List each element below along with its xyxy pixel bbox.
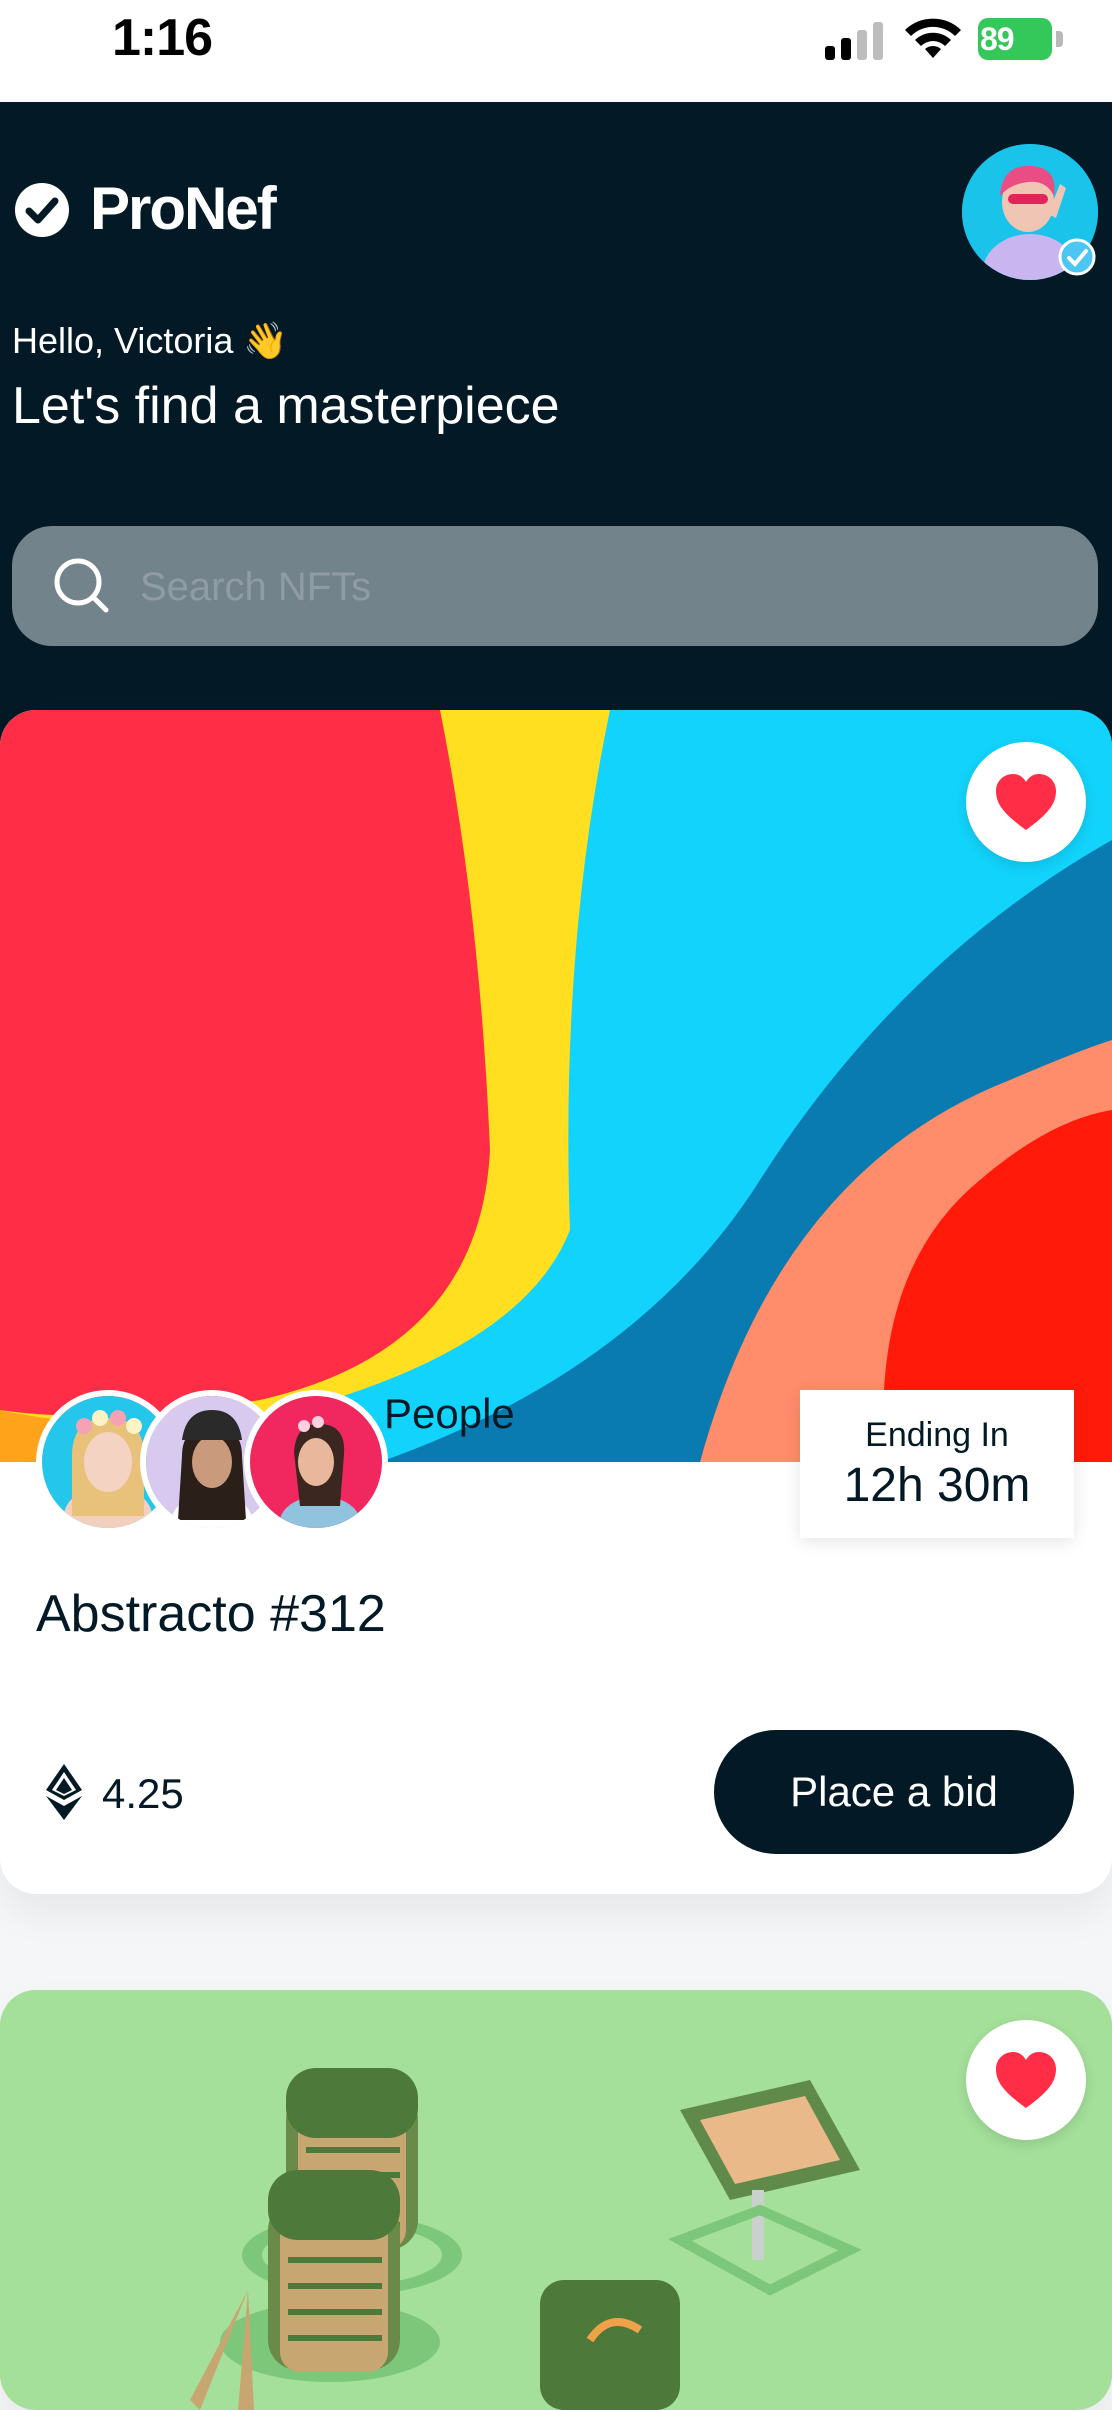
verified-icon: [1058, 238, 1096, 276]
search-bar[interactable]: [12, 526, 1098, 646]
page-title: Let's find a masterpiece: [12, 377, 560, 435]
ending-label: Ending In: [865, 1416, 1009, 1454]
nft-title: Abstracto #312: [36, 1585, 386, 1643]
nft-artwork: [0, 710, 1112, 1462]
ending-timer: Ending In 12h 30m: [800, 1390, 1074, 1538]
battery-icon: 89: [978, 18, 1064, 60]
favorite-button[interactable]: [966, 742, 1086, 862]
app-logo: ProNef: [90, 175, 277, 242]
people-label: People: [384, 1390, 515, 1437]
header: ProNef Hello, Victoria 👋 Let's find a ma…: [0, 102, 1112, 742]
search-icon: [54, 558, 109, 613]
heart-icon: [996, 2052, 1056, 2108]
heart-icon: [996, 774, 1056, 830]
avatar: [244, 1390, 388, 1534]
favorite-button[interactable]: [966, 2020, 1086, 2140]
place-bid-button[interactable]: Place a bid: [714, 1730, 1074, 1854]
nft-artwork: [0, 1990, 1112, 2410]
check-badge-icon: [15, 183, 69, 237]
nft-card[interactable]: People Ending In 12h 30m Abstracto #312 …: [0, 710, 1112, 1894]
signal-icon: [825, 22, 883, 60]
greeting-text: Hello, Victoria 👋: [12, 320, 289, 361]
ending-countdown: 12h 30m: [843, 1459, 1031, 1512]
wifi-icon: [905, 18, 961, 58]
nft-price: 4.25: [102, 1770, 184, 1817]
ethereum-icon: [46, 1764, 82, 1820]
search-input[interactable]: [138, 546, 1042, 628]
battery-percent: 89: [980, 21, 1015, 57]
status-bar: 1:16 89: [0, 0, 1112, 102]
nft-card[interactable]: [0, 1990, 1112, 2410]
status-time: 1:16: [112, 9, 213, 67]
people-avatars: [36, 1390, 396, 1534]
